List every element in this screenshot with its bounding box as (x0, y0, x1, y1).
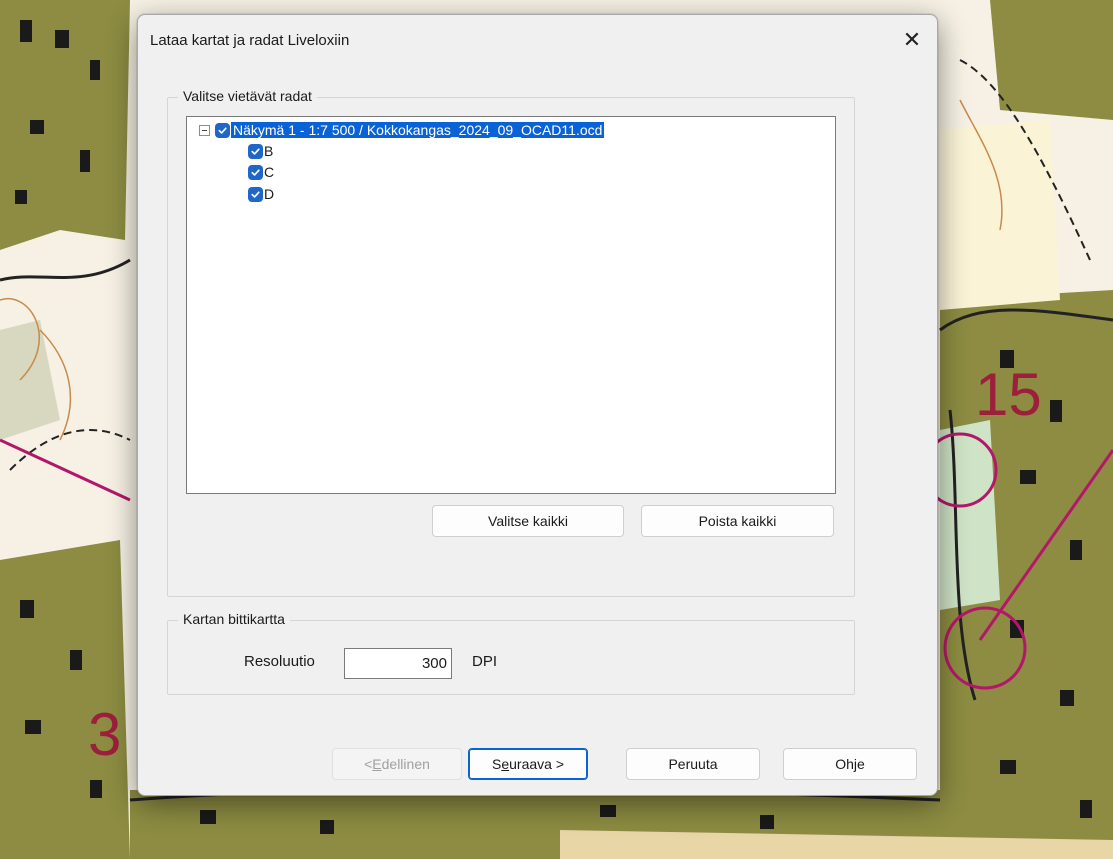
collapse-icon[interactable] (199, 124, 210, 136)
resolution-input[interactable] (344, 648, 452, 679)
help-button[interactable]: Ohje (783, 748, 917, 780)
close-button[interactable]: ✕ (897, 25, 927, 55)
courses-group-label: Valitse vietävät radat (178, 88, 317, 104)
course-c-label: C (264, 164, 275, 180)
resolution-label: Resoluutio (244, 653, 315, 670)
next-rest: uraava > (509, 756, 564, 772)
course-d-label: D (264, 186, 275, 202)
dialog-titlebar: Lataa kartat ja radat Liveloxiin ✕ (138, 15, 937, 65)
back-rest: dellinen (381, 756, 430, 772)
course-b-checkbox[interactable] (248, 143, 263, 159)
tree-item-d[interactable]: D (248, 184, 274, 204)
cancel-button[interactable]: Peruuta (626, 748, 760, 780)
tree-item-c[interactable]: C (248, 162, 274, 182)
back-button[interactable]: < Edellinen (332, 748, 462, 780)
dpi-unit-label: DPI (472, 653, 498, 670)
back-mnemonic: E (372, 756, 382, 772)
close-icon: ✕ (902, 27, 922, 52)
root-checkbox[interactable] (215, 122, 230, 138)
svg-text:3: 3 (88, 701, 121, 768)
tree-root-row[interactable]: Näkymä 1 - 1:7 500 / Kokkokangas_2024_09… (199, 120, 605, 140)
checkmark-icon (251, 190, 260, 198)
course-b-label: B (264, 143, 274, 159)
svg-text:15: 15 (975, 361, 1042, 428)
remove-all-button[interactable]: Poista kaikki (641, 505, 834, 537)
back-prefix: < (364, 756, 373, 772)
tree-item-b[interactable]: B (248, 141, 273, 161)
next-button[interactable]: Se uraava > (468, 748, 588, 780)
checkmark-icon (251, 147, 260, 155)
next-mnemonic: e (501, 756, 510, 772)
course-tree[interactable]: Näkymä 1 - 1:7 500 / Kokkokangas_2024_09… (186, 116, 836, 494)
course-d-checkbox[interactable] (248, 186, 263, 202)
tree-root-label: Näkymä 1 - 1:7 500 / Kokkokangas_2024_09… (231, 122, 605, 138)
course-c-checkbox[interactable] (248, 164, 263, 180)
select-all-button[interactable]: Valitse kaikki (432, 505, 624, 537)
upload-dialog: Lataa kartat ja radat Liveloxiin ✕ Valit… (137, 14, 938, 796)
next-prefix: S (491, 756, 502, 772)
checkmark-icon (251, 168, 260, 176)
checkmark-icon (218, 126, 227, 134)
dialog-title: Lataa kartat ja radat Liveloxiin (150, 32, 350, 49)
bitmap-group-label: Kartan bittikartta (178, 611, 290, 627)
